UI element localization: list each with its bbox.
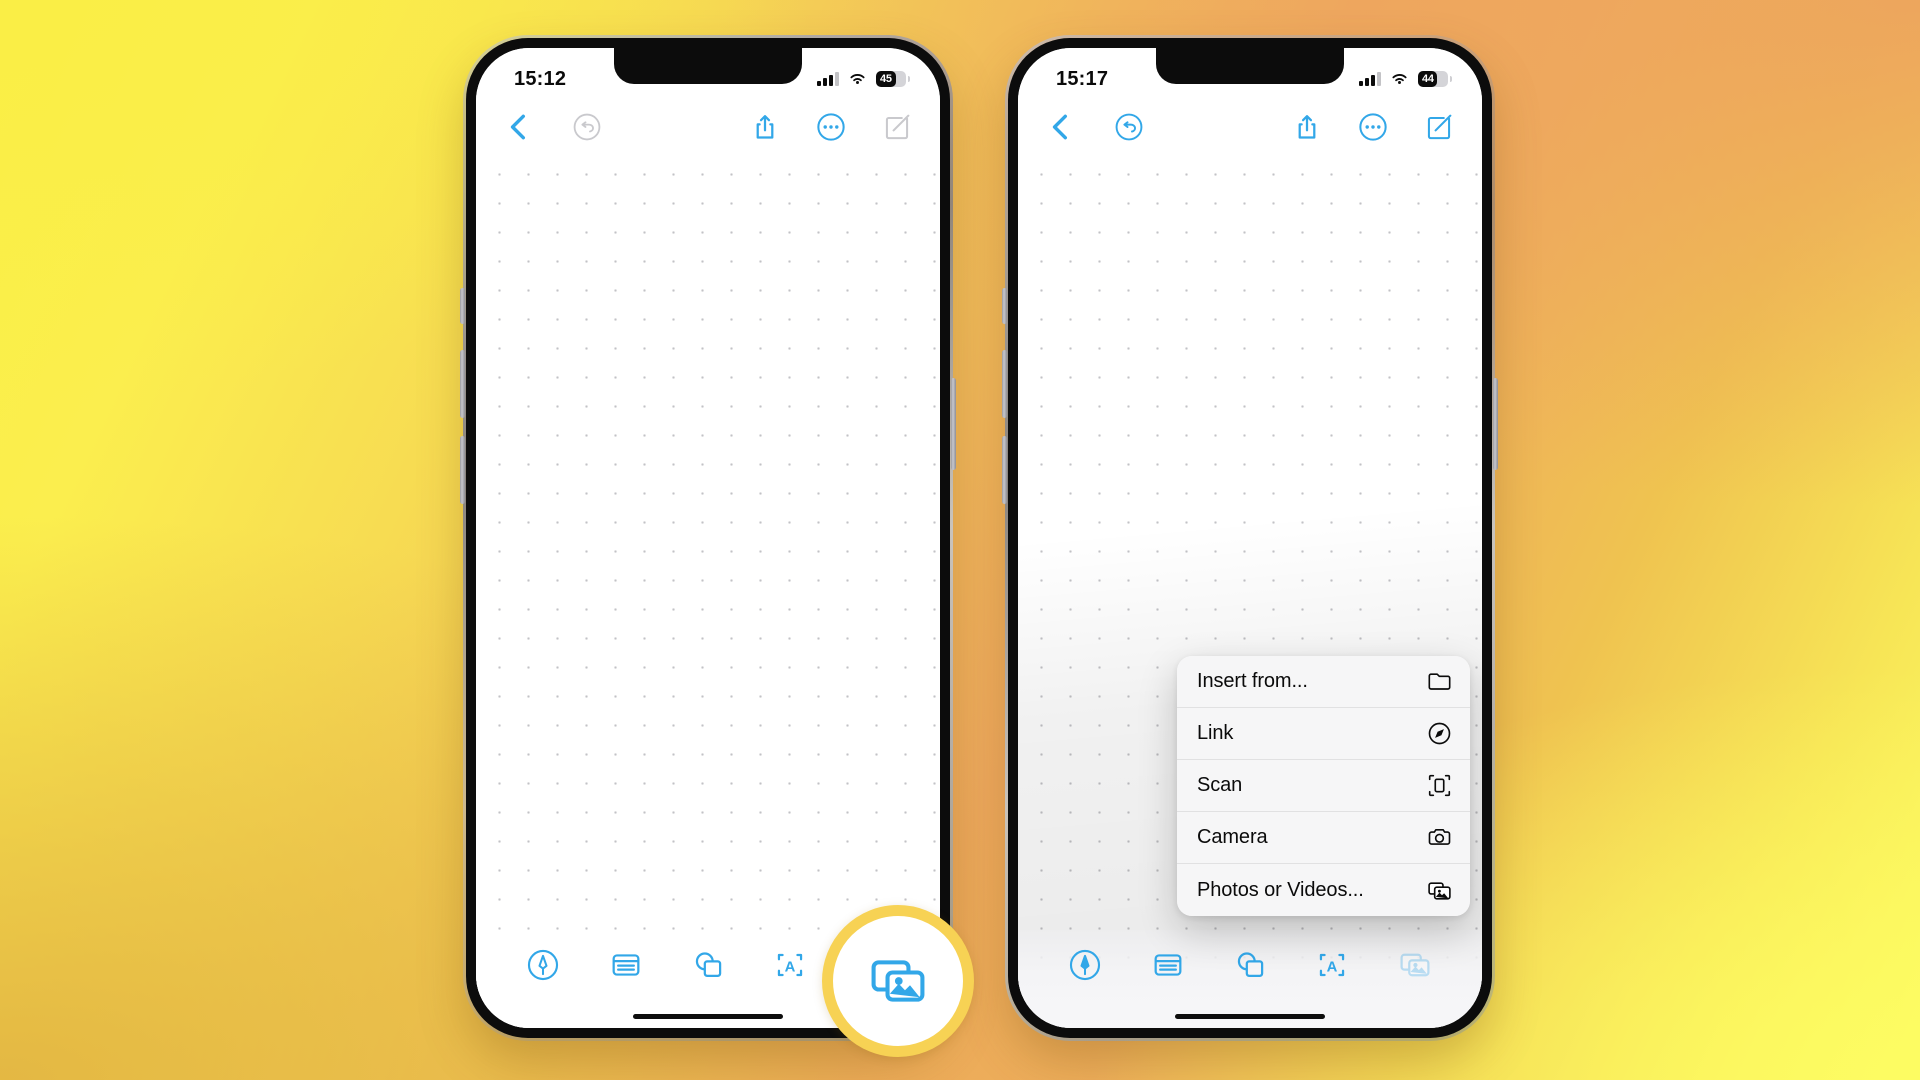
top-toolbar [1018,98,1482,156]
volume-up-button[interactable] [1002,350,1007,418]
wifi-icon [1392,74,1407,84]
phone-left: 15:12 45 A [460,35,956,1041]
battery-icon: 45 [876,71,910,87]
photos-stack-icon [871,960,925,1002]
menu-item-label: Link [1197,722,1234,744]
menu-item-camera[interactable]: Camera [1177,812,1470,864]
menu-item-label: Insert from... [1197,670,1308,692]
top-toolbar-left [1046,112,1144,142]
notch [1156,48,1344,84]
volume-down-button[interactable] [460,436,465,504]
menu-item-insert-from[interactable]: Insert from... [1177,656,1470,708]
compose-button[interactable] [882,112,912,142]
textbox-tool[interactable]: A [773,948,807,982]
volume-down-button[interactable] [1002,436,1007,504]
compose-button[interactable] [1424,112,1454,142]
camera-icon [1428,828,1451,845]
phone-comparison-stage: 15:12 45 A 15:17 44 Insert from... Link … [0,0,1920,1080]
menu-item-scan[interactable]: Scan [1177,760,1470,812]
silence-switch[interactable] [1002,288,1007,324]
phone-screen: 15:17 44 Insert from... Link Scan Camera… [1018,48,1482,1028]
menu-item-link[interactable]: Link [1177,708,1470,760]
share-button[interactable] [1292,112,1322,142]
draw-tool[interactable] [526,948,560,982]
wifi-icon [850,74,865,84]
top-toolbar [476,98,940,156]
undo-button[interactable] [1114,112,1144,142]
home-indicator [633,1014,783,1019]
insert-context-menu: Insert from... Link Scan Camera Photos o… [1177,656,1470,916]
volume-up-button[interactable] [460,350,465,418]
compass-link-icon [1428,722,1451,745]
document-scan-icon [1428,774,1451,797]
power-button[interactable] [951,378,956,470]
notch [614,48,802,84]
home-indicator [1175,1014,1325,1019]
status-time: 15:17 [1056,67,1109,90]
cellular-bars-icon [1359,72,1381,86]
cellular-bars-icon [817,72,839,86]
media-tool-highlight[interactable] [822,905,974,1057]
more-button[interactable] [816,112,846,142]
shapes-tool[interactable] [691,948,725,982]
draw-tool[interactable] [1068,948,1102,982]
status-indicators: 45 [817,71,910,87]
shapes-tool[interactable] [1233,948,1267,982]
photos-stack-icon [1428,881,1451,900]
battery-icon: 44 [1418,71,1452,87]
battery-percent: 45 [880,73,892,85]
note-tool[interactable] [1151,948,1185,982]
undo-button[interactable] [572,112,602,142]
menu-item-label: Scan [1197,774,1243,796]
top-toolbar-right [1292,112,1454,142]
menu-item-label: Camera [1197,826,1268,848]
note-canvas[interactable] [476,156,940,1028]
battery-percent: 44 [1422,73,1434,85]
note-tool[interactable] [609,948,643,982]
silence-switch[interactable] [460,288,465,324]
more-button[interactable] [1358,112,1388,142]
top-toolbar-right [750,112,912,142]
textbox-tool[interactable]: A [1315,948,1349,982]
phone-right: 15:17 44 Insert from... Link Scan Camera… [1002,35,1498,1041]
top-toolbar-left [504,112,602,142]
share-button[interactable] [750,112,780,142]
svg-text:A: A [785,960,796,976]
media-tool[interactable] [1398,948,1432,982]
phone-screen: 15:12 45 A [476,48,940,1028]
back-button[interactable] [504,112,534,142]
back-button[interactable] [1046,112,1076,142]
menu-item-photos-or-videos[interactable]: Photos or Videos... [1177,864,1470,916]
status-indicators: 44 [1359,71,1452,87]
svg-text:A: A [1327,960,1338,976]
status-time: 15:12 [514,67,567,90]
folder-icon [1428,673,1451,690]
menu-item-label: Photos or Videos... [1197,878,1364,901]
power-button[interactable] [1493,378,1498,470]
